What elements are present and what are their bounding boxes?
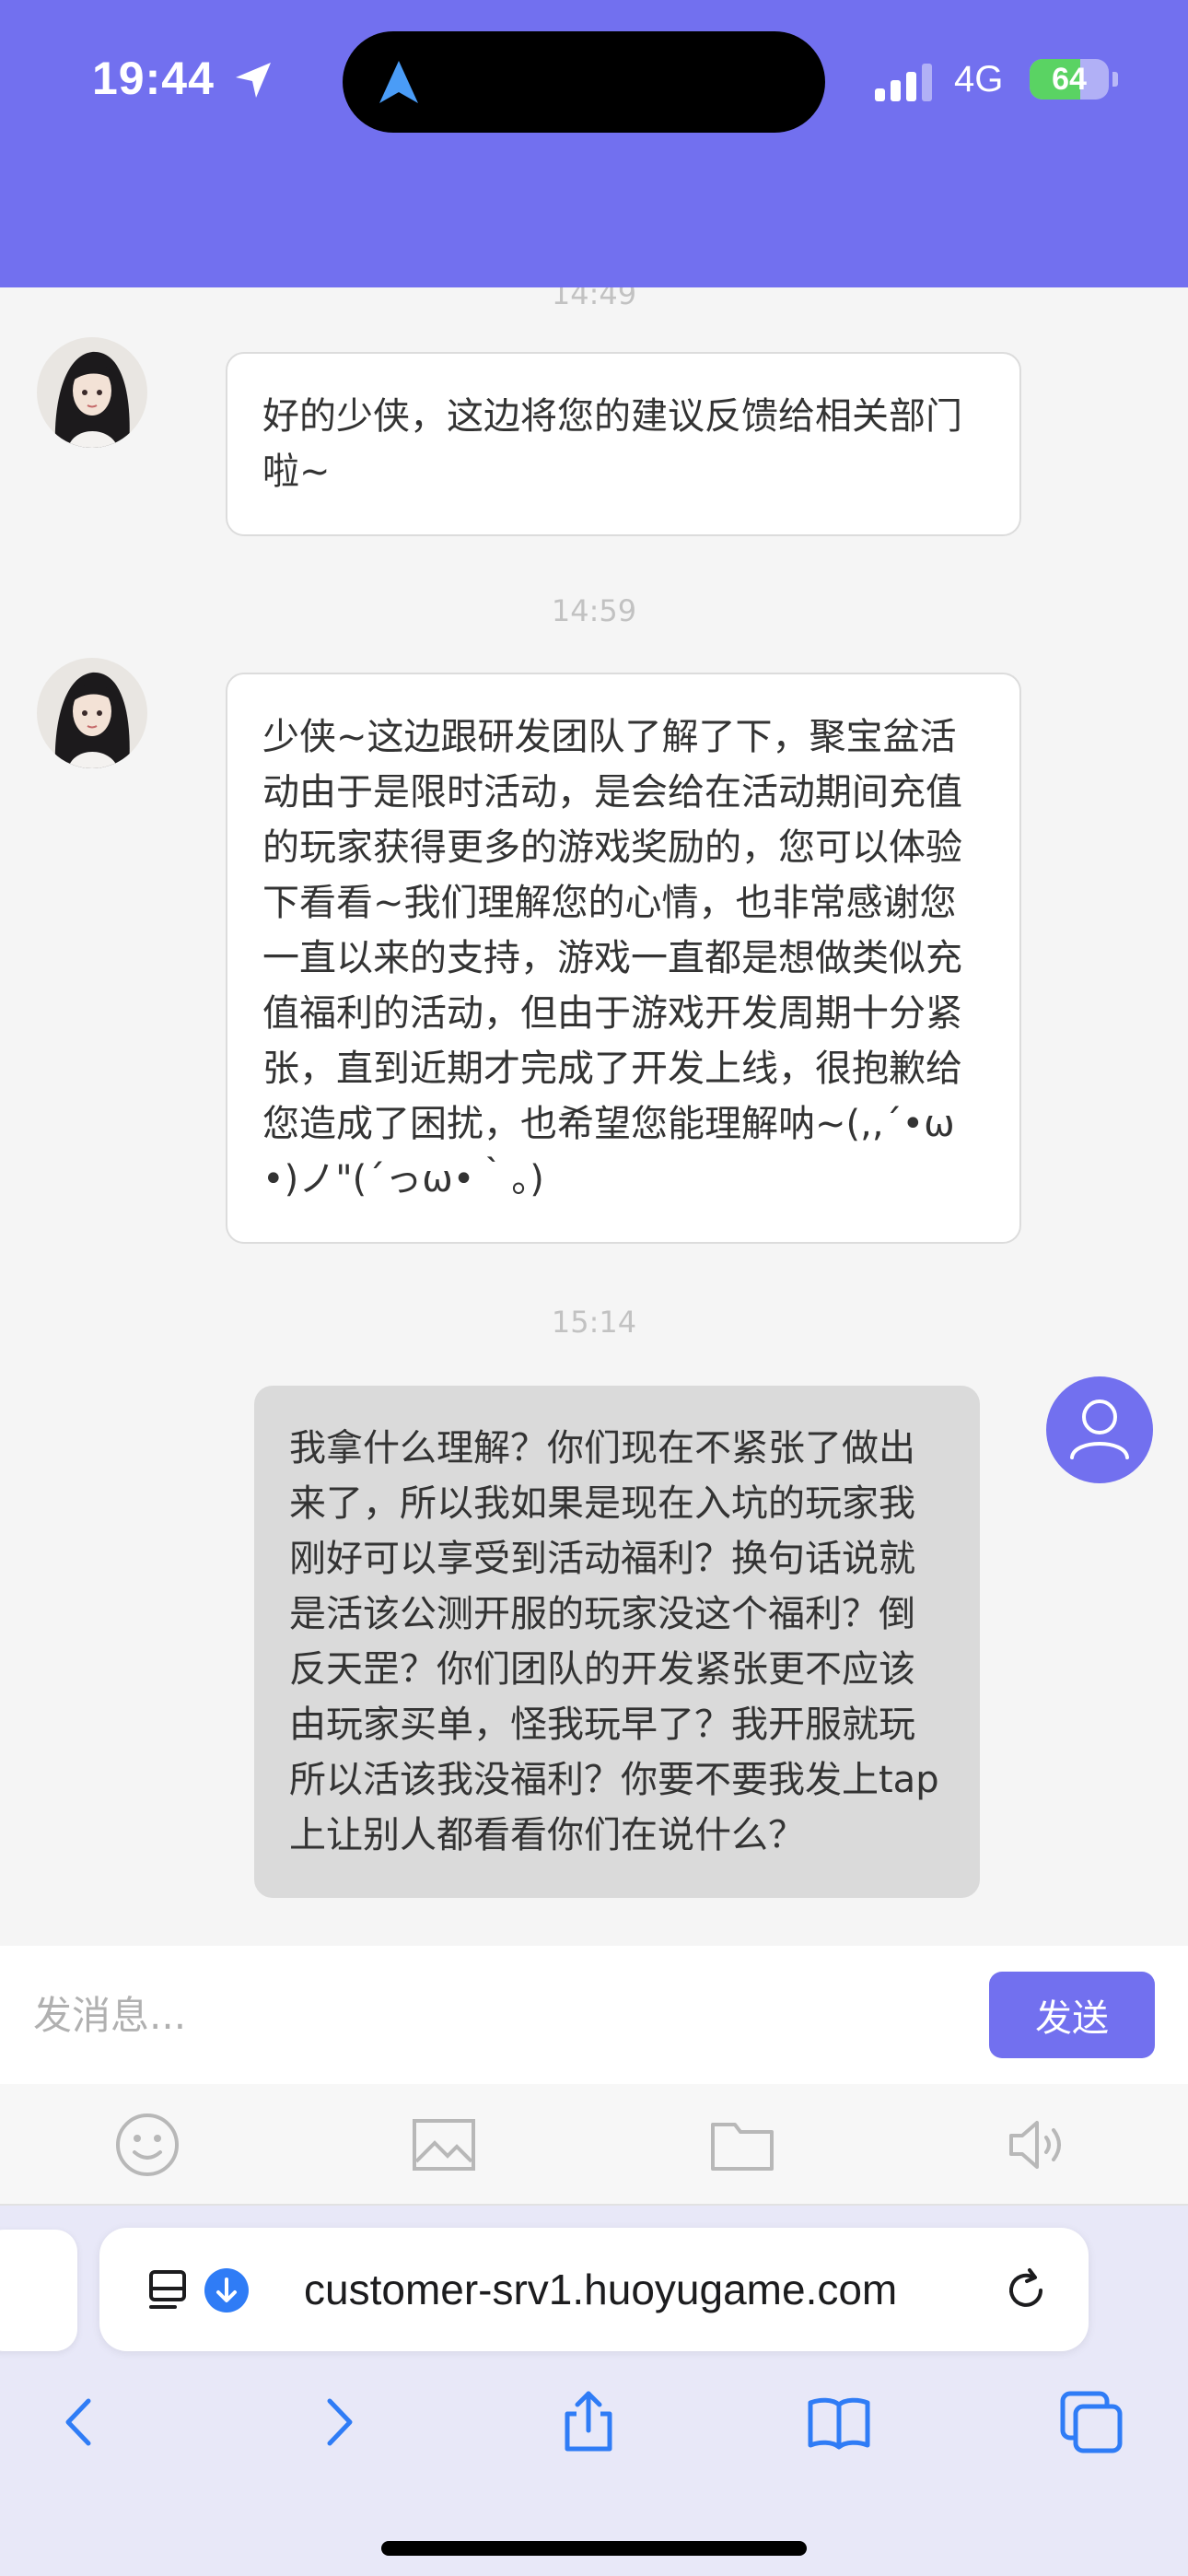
timestamp: 15:14 (551, 1305, 637, 1340)
home-indicator[interactable] (381, 2541, 807, 2556)
back-icon[interactable] (48, 2390, 112, 2454)
timestamp: 14:59 (551, 593, 637, 628)
reload-icon[interactable] (1002, 2266, 1050, 2314)
timestamp: 14:49 (551, 287, 637, 311)
signal-icon (875, 63, 934, 103)
download-icon[interactable] (204, 2268, 249, 2313)
incoming-message[interactable]: 少侠~这边跟研发团队了解了下，聚宝盆活动由于是限时活动，是会给在活动期间充值的玩… (226, 673, 1021, 1244)
page-menu-icon[interactable] (147, 2268, 192, 2313)
forward-icon[interactable] (306, 2390, 370, 2454)
tabs-icon[interactable] (1059, 2390, 1124, 2454)
image-icon[interactable] (409, 2110, 479, 2180)
outgoing-message[interactable]: 我拿什么理解？你们现在不紧张了做出来了，所以我如果是现在入坑的玩家我刚好可以享受… (254, 1386, 980, 1898)
url-text[interactable]: customer-srv1.huoyugame.com (304, 2259, 897, 2320)
status-time: 19:44 (92, 53, 215, 104)
location-arrow-icon (232, 59, 274, 101)
message-composer: 发送 (0, 1946, 1188, 2084)
app-header: 19:44 4G 64 (0, 0, 1188, 287)
send-button[interactable]: 发送 (989, 1972, 1155, 2058)
voice-icon[interactable] (1004, 2110, 1074, 2180)
user-icon (1070, 1399, 1129, 1459)
address-bar[interactable]: customer-srv1.huoyugame.com (99, 2228, 1089, 2351)
previous-tab[interactable] (0, 2230, 77, 2351)
bookmarks-icon[interactable] (807, 2390, 871, 2454)
folder-icon[interactable] (707, 2110, 777, 2180)
network-type: 4G (954, 59, 1004, 100)
agent-avatar[interactable] (37, 337, 147, 448)
battery-cap (1112, 72, 1118, 87)
battery-percent: 64 (1052, 62, 1087, 97)
message-input[interactable] (33, 1973, 973, 2056)
composer-toolbar (0, 2084, 1188, 2206)
agent-avatar[interactable] (37, 658, 147, 768)
dynamic-island (343, 31, 825, 133)
user-avatar[interactable] (1046, 1376, 1153, 1483)
incoming-message[interactable]: 好的少侠，这边将您的建议反馈给相关部门啦~ (226, 352, 1021, 536)
browser-bar: customer-srv1.huoyugame.com (0, 2206, 1188, 2576)
emoji-icon[interactable] (112, 2110, 182, 2180)
navigation-icon (378, 59, 420, 105)
share-icon[interactable] (556, 2390, 621, 2454)
chat-history[interactable]: 14:49 好的少侠，这边将您的建议反馈给相关部门啦~ 14:59 少侠~这边跟… (0, 287, 1188, 1946)
battery-icon: 64 (1030, 59, 1109, 100)
